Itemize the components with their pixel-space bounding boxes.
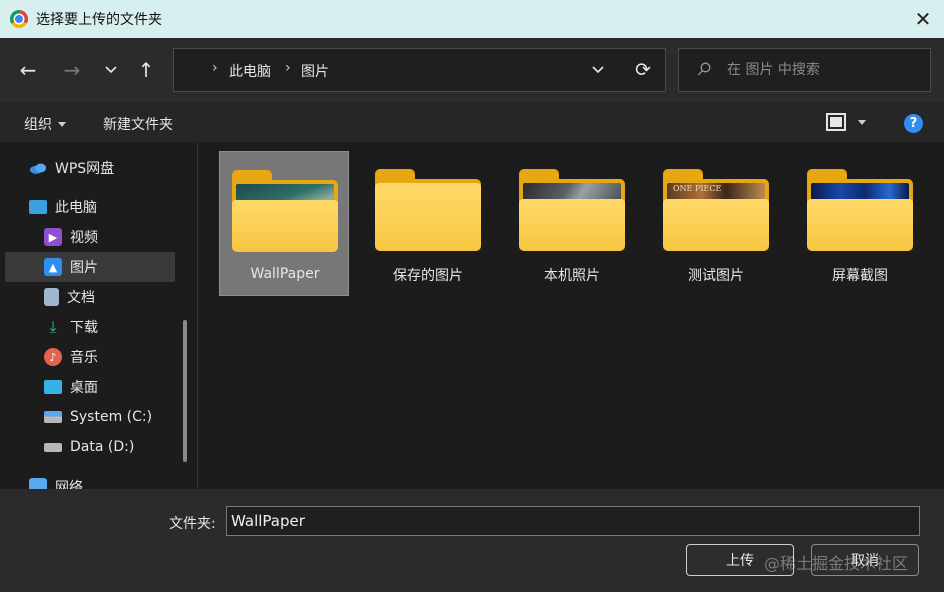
search-input[interactable]: [727, 59, 917, 81]
dialog-footer: 文件夹: 上传 取消 @稀土掘金技术社区: [0, 489, 944, 592]
folder-tile-wallpaper[interactable]: WallPaper: [219, 151, 349, 296]
sidebar-item-label: System (C:): [70, 409, 153, 425]
drive-d-icon: [44, 442, 62, 452]
folder-name: 屏幕截图: [832, 268, 888, 284]
sidebar-item-downloads[interactable]: ⤓ 下载: [5, 312, 175, 342]
sidebar-item-system-c[interactable]: System (C:): [5, 402, 175, 432]
download-icon: ⤓: [49, 317, 57, 336]
up-button[interactable]: ↑: [133, 58, 159, 82]
video-icon: ▶: [44, 228, 62, 246]
sidebar-scrollbar[interactable]: [183, 320, 187, 462]
sidebar-item-data-d[interactable]: Data (D:): [5, 432, 175, 462]
sidebar-item-label: 下载: [70, 320, 98, 336]
computer-icon: [29, 200, 47, 214]
recent-locations-button[interactable]: [98, 58, 124, 82]
folder-tile-camera-roll[interactable]: 本机照片: [507, 151, 637, 296]
breadcrumb-separator: ›: [285, 60, 291, 76]
folder-tile-screenshots[interactable]: 屏幕截图: [795, 151, 925, 296]
breadcrumb-this-pc[interactable]: 此电脑: [229, 61, 271, 81]
folder-tile-test-pictures[interactable]: ONE PIECE 测试图片: [651, 151, 781, 296]
folder-view: WallPaper 保存的图片 本机照片 ONE PIECE 测试图片 屏幕截图: [198, 142, 944, 489]
folder-name: 本机照片: [544, 268, 600, 284]
sidebar-item-label: 网络: [55, 480, 83, 489]
folder-field-label: 文件夹:: [169, 516, 216, 532]
address-history-button[interactable]: [586, 57, 610, 83]
chrome-icon: [10, 10, 28, 28]
sidebar-item-pictures[interactable]: ▲ 图片: [5, 252, 175, 282]
window-title: 选择要上传的文件夹: [36, 12, 162, 28]
title-bar: 选择要上传的文件夹 ✕: [0, 0, 944, 38]
search-icon: [697, 62, 711, 76]
folder-name: 测试图片: [688, 268, 744, 284]
sidebar-item-desktop[interactable]: 桌面: [5, 372, 175, 402]
sidebar-item-label: 图片: [70, 260, 98, 276]
drive-c-icon: [44, 411, 62, 423]
command-bar: 组织 新建文件夹 ?: [0, 102, 944, 142]
folder-name: 保存的图片: [393, 268, 463, 284]
sidebar-item-documents[interactable]: 文档: [5, 282, 175, 312]
sidebar-item-label: 桌面: [70, 380, 98, 396]
new-folder-button[interactable]: 新建文件夹: [103, 114, 173, 134]
folder-icon: [519, 169, 625, 251]
sidebar-item-this-pc[interactable]: 此电脑: [29, 192, 196, 222]
organize-label: 组织: [24, 117, 52, 133]
poster-text: ONE PIECE: [673, 184, 722, 193]
folder-tile-saved-pictures[interactable]: 保存的图片: [363, 151, 493, 296]
view-options-caret-icon[interactable]: [858, 120, 866, 125]
folder-icon: [375, 169, 481, 251]
back-button[interactable]: ←: [15, 58, 41, 82]
refresh-button[interactable]: ⟳: [630, 57, 656, 83]
document-icon: [44, 288, 59, 306]
chevron-down-icon: [592, 66, 604, 74]
cloud-icon: [29, 159, 47, 177]
music-icon: ♪: [44, 348, 62, 366]
breadcrumb-separator: ›: [212, 60, 218, 76]
sidebar-item-label: Data (D:): [70, 439, 135, 455]
view-mode-icon[interactable]: [826, 113, 846, 131]
sidebar-item-label: 文档: [67, 290, 95, 306]
navigation-bar: ← → ↑ › 此电脑 › 图片 ⟳: [0, 38, 944, 102]
pictures-icon: ▲: [44, 258, 62, 276]
breadcrumb-pictures[interactable]: 图片: [301, 61, 329, 81]
sidebar-item-music[interactable]: ♪ 音乐: [5, 342, 175, 372]
folder-icon: [232, 170, 338, 252]
caret-down-icon: [58, 121, 66, 127]
forward-button[interactable]: →: [59, 58, 85, 82]
close-button[interactable]: ✕: [908, 4, 938, 34]
network-icon: [29, 478, 47, 489]
sidebar-item-videos[interactable]: ▶ 视频: [5, 222, 175, 252]
sidebar-item-network[interactable]: 网络: [29, 472, 196, 489]
watermark: @稀土掘金技术社区: [764, 554, 909, 573]
sidebar-item-wps-cloud[interactable]: WPS网盘: [29, 153, 196, 183]
sidebar-item-label: WPS网盘: [55, 161, 115, 177]
folder-icon: [807, 169, 913, 251]
address-bar[interactable]: › 此电脑 › 图片 ⟳: [173, 48, 666, 92]
organize-menu[interactable]: 组织: [24, 114, 66, 134]
sidebar-item-label: 音乐: [70, 350, 98, 366]
desktop-icon: [44, 380, 62, 394]
chevron-down-icon: [105, 66, 117, 74]
folder-icon: ONE PIECE: [663, 169, 769, 251]
folder-name: WallPaper: [250, 266, 320, 282]
help-icon[interactable]: ?: [904, 114, 923, 133]
sidebar-item-label: 此电脑: [55, 200, 97, 216]
navigation-pane: WPS网盘 此电脑 ▶ 视频 ▲ 图片 文档 ⤓ 下载 ♪ 音乐 桌面 Syst…: [0, 142, 196, 489]
sidebar-item-label: 视频: [70, 230, 98, 246]
search-box: [678, 48, 931, 92]
folder-name-field[interactable]: [226, 506, 920, 536]
